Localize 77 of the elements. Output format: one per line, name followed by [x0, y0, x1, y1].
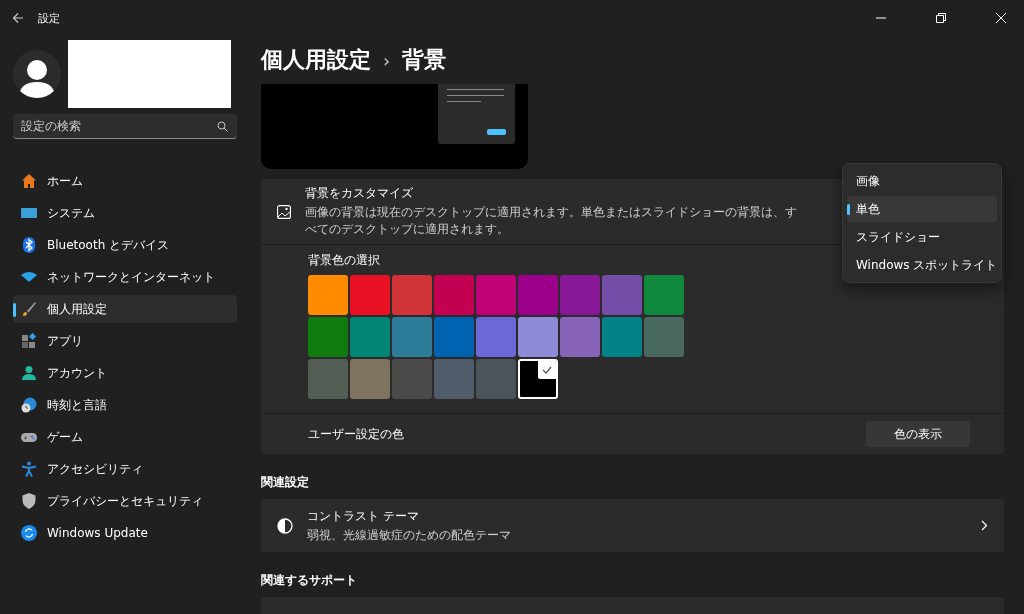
color-swatch[interactable] — [308, 317, 348, 357]
color-swatch[interactable] — [476, 359, 516, 399]
nav-item[interactable]: Windows Update — [13, 519, 237, 547]
color-swatch[interactable] — [602, 275, 642, 315]
color-swatch[interactable] — [434, 359, 474, 399]
time-icon — [21, 397, 37, 413]
account-icon — [21, 365, 37, 381]
breadcrumb-separator: › — [383, 49, 391, 71]
restore-icon[interactable] — [936, 13, 946, 23]
nav-item[interactable]: 時刻と言語 — [13, 391, 237, 419]
home-icon — [21, 173, 37, 189]
picture-icon — [277, 204, 291, 219]
menu-option[interactable]: スライドショー — [847, 224, 997, 250]
close-icon[interactable] — [996, 13, 1006, 23]
color-swatch[interactable] — [476, 317, 516, 357]
link-card[interactable]: コントラスト テーマ 弱視、光線過敏症のための配色テーマ — [261, 499, 1004, 552]
update-icon — [21, 525, 37, 541]
back-button[interactable] — [12, 12, 24, 24]
view-colors-button[interactable]: 色の表示 — [866, 421, 970, 447]
color-swatch[interactable] — [350, 317, 390, 357]
nav-item[interactable]: 個人用設定 — [13, 295, 237, 323]
color-swatch[interactable] — [518, 317, 558, 357]
setting-title: コントラスト テーマ — [307, 507, 419, 525]
color-swatch[interactable] — [518, 359, 558, 399]
selection-indicator — [847, 204, 850, 215]
nav-item[interactable]: アクセシビリティ — [13, 455, 237, 483]
setting-description: 画像の背景は現在のデスクトップに適用されます。単色またはスライドショーの背景は、すべてのデスクトップに適用されます。 — [305, 204, 798, 238]
section-heading: 関連設定 — [261, 474, 309, 491]
window-title: 設定 — [38, 10, 60, 26]
color-swatch[interactable] — [644, 317, 684, 357]
color-swatch[interactable] — [644, 275, 684, 315]
setting-description: 弱視、光線過敏症のための配色テーマ — [307, 526, 511, 544]
nav-item[interactable]: ホーム — [13, 167, 237, 195]
search-field[interactable]: 設定の検索 — [13, 114, 237, 139]
nav-item[interactable]: ネットワークとインターネット — [13, 263, 237, 291]
color-swatch[interactable] — [560, 275, 600, 315]
section-heading: 関連するサポート — [261, 572, 357, 589]
breadcrumb-parent[interactable]: 個人用設定 — [261, 45, 371, 75]
color-swatch[interactable] — [392, 317, 432, 357]
nav-item[interactable]: プライバシーとセキュリティ — [13, 487, 237, 515]
nav-item[interactable]: システム — [13, 199, 237, 227]
selection-indicator — [13, 303, 16, 317]
setting-title: 背景をカスタマイズ — [305, 185, 413, 202]
contrast-icon — [277, 517, 293, 534]
color-swatch[interactable] — [350, 359, 390, 399]
color-swatch[interactable] — [434, 275, 474, 315]
color-swatch[interactable] — [308, 359, 348, 399]
color-swatch[interactable] — [350, 275, 390, 315]
network-icon — [21, 269, 37, 285]
check-icon — [538, 361, 556, 379]
menu-option[interactable]: 単色 — [847, 196, 997, 222]
nav-item[interactable]: アカウント — [13, 359, 237, 387]
nav-item[interactable]: Bluetooth とデバイス — [13, 231, 237, 259]
nav-item[interactable]: ゲーム — [13, 423, 237, 451]
color-swatch[interactable] — [392, 275, 432, 315]
page-title: 背景 — [402, 46, 447, 74]
section-label: 背景色の選択 — [308, 252, 380, 269]
color-swatch[interactable] — [602, 317, 642, 357]
nav-item[interactable]: アプリ — [13, 327, 237, 355]
avatar — [13, 50, 61, 98]
personalize-icon — [21, 301, 37, 317]
custom-color-label: ユーザー設定の色 — [308, 425, 404, 443]
menu-option[interactable]: 画像 — [847, 168, 997, 194]
color-swatch[interactable] — [434, 317, 474, 357]
color-swatch[interactable] — [392, 359, 432, 399]
accessibility-icon — [21, 461, 37, 477]
bluetooth-icon — [21, 237, 37, 253]
color-swatch[interactable] — [476, 275, 516, 315]
menu-option[interactable]: Windows スポットライト — [847, 252, 997, 278]
privacy-icon — [21, 493, 37, 509]
color-swatch[interactable] — [560, 317, 600, 357]
color-swatch[interactable] — [518, 275, 558, 315]
search-icon — [217, 121, 228, 132]
color-swatch[interactable] — [308, 275, 348, 315]
apps-icon — [21, 333, 37, 349]
system-icon — [21, 205, 37, 221]
chevron-icon — [981, 520, 988, 531]
